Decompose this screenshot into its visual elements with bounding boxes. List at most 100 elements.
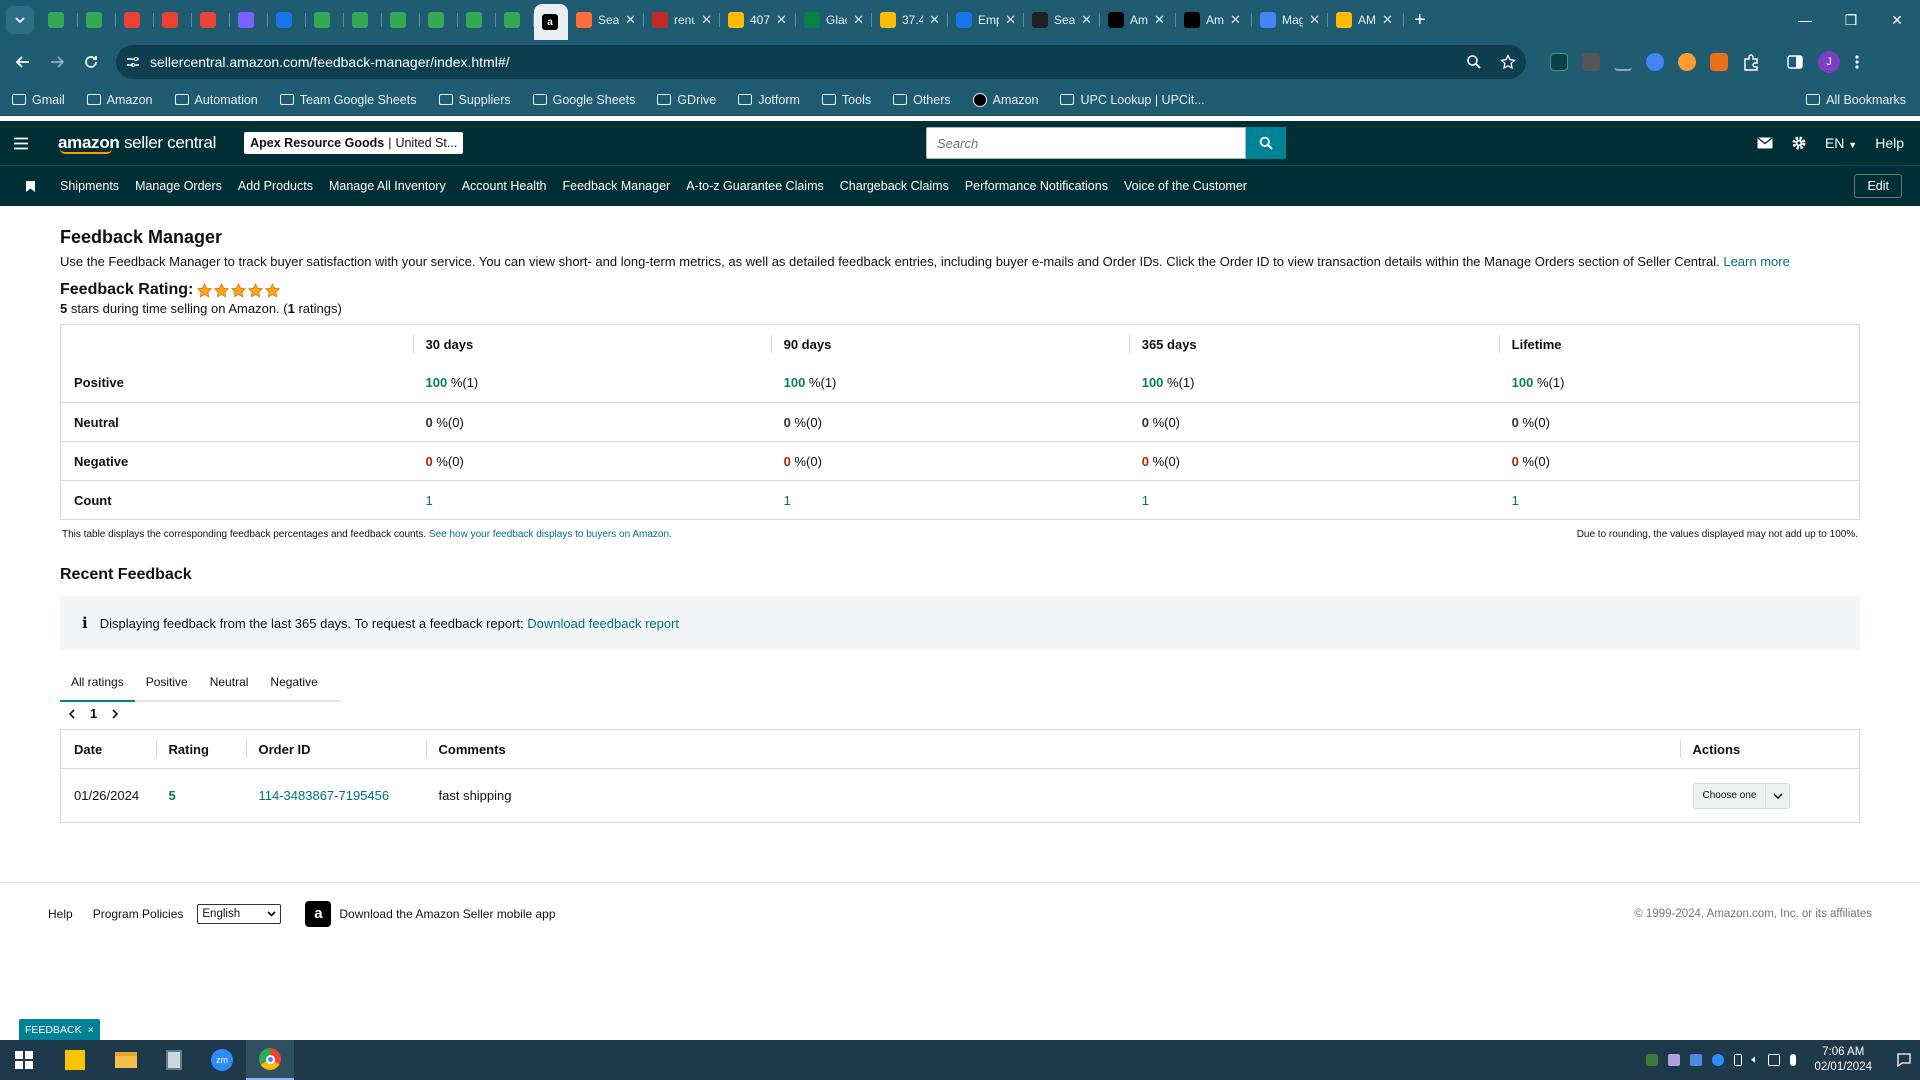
- account-switcher[interactable]: Apex Resource Goods | United St...: [244, 132, 464, 154]
- tray-bluetooth-icon[interactable]: [1689, 1054, 1702, 1066]
- nav-item[interactable]: Manage All Inventory: [329, 179, 446, 193]
- nav-item[interactable]: Account Health: [462, 179, 547, 193]
- bookmark-item[interactable]: Amazon: [972, 92, 1038, 107]
- browser-tab[interactable]: [78, 4, 116, 36]
- browser-tab[interactable]: [268, 4, 306, 36]
- bookmark-pin-button[interactable]: [0, 180, 60, 192]
- footer-language-select[interactable]: English: [197, 903, 282, 924]
- browser-tab[interactable]: AM ✕: [1328, 4, 1404, 36]
- browser-tab[interactable]: Am ✕: [1176, 4, 1252, 36]
- notifications-icon[interactable]: [1896, 1052, 1912, 1068]
- browser-tab[interactable]: [230, 4, 268, 36]
- browser-tab[interactable]: [306, 4, 344, 36]
- close-window-icon[interactable]: ✕: [1874, 12, 1920, 29]
- tab-close-icon[interactable]: ✕: [625, 12, 636, 28]
- system-clock[interactable]: 7:06 AM 02/01/2024: [1814, 1045, 1872, 1075]
- start-button[interactable]: [0, 1040, 48, 1080]
- feedback-display-link[interactable]: See how your feedback displays to buyers…: [429, 529, 672, 540]
- close-icon[interactable]: ×: [88, 1024, 94, 1036]
- bookmark-item[interactable]: Amazon: [86, 93, 153, 107]
- browser-tab[interactable]: 37.4 ✕: [872, 4, 948, 36]
- bookmark-star-icon[interactable]: [1500, 54, 1516, 70]
- browser-tab[interactable]: Emp ✕: [948, 4, 1024, 36]
- tab-close-icon[interactable]: ✕: [1154, 12, 1165, 28]
- hamburger-menu-button[interactable]: [0, 137, 42, 150]
- all-bookmarks-button[interactable]: All Bookmarks: [1806, 93, 1906, 107]
- tab-close-icon[interactable]: ✕: [853, 12, 864, 28]
- forward-button[interactable]: [40, 45, 74, 79]
- chevron-left-icon[interactable]: [68, 708, 76, 719]
- microphone-icon[interactable]: [1790, 1054, 1797, 1066]
- browser-tab[interactable]: [344, 4, 382, 36]
- reload-button[interactable]: [74, 45, 108, 79]
- browser-tab[interactable]: renu ✕: [644, 4, 720, 36]
- nav-item[interactable]: Voice of the Customer: [1124, 179, 1247, 193]
- nav-item[interactable]: A-to-z Guarantee Claims: [686, 179, 824, 193]
- taskbar-zoom[interactable]: zm: [198, 1040, 246, 1080]
- nav-item[interactable]: Shipments: [60, 179, 119, 193]
- tab-search-button[interactable]: [6, 6, 34, 34]
- browser-tab[interactable]: Mag ✕: [1252, 4, 1328, 36]
- browser-tab[interactable]: a: [534, 4, 568, 40]
- tab-close-icon[interactable]: ✕: [1309, 12, 1320, 28]
- program-policies-link[interactable]: Program Policies: [93, 907, 184, 921]
- browser-tab[interactable]: [154, 4, 192, 36]
- volume-icon[interactable]: 🔈︎: [1752, 1054, 1759, 1067]
- side-panel-icon[interactable]: [1786, 53, 1804, 71]
- tray-zoom-icon[interactable]: [1711, 1054, 1724, 1066]
- tab-close-icon[interactable]: ✕: [1230, 12, 1241, 28]
- browser-tab[interactable]: Sea ✕: [568, 4, 644, 36]
- tab-close-icon[interactable]: ✕: [1005, 12, 1016, 28]
- back-button[interactable]: [6, 45, 40, 79]
- tab-rating-filter[interactable]: Positive: [135, 663, 199, 701]
- amazon-app-icon[interactable]: a: [305, 900, 332, 927]
- browser-tab[interactable]: Glac ✕: [796, 4, 872, 36]
- browser-tab[interactable]: [40, 4, 78, 36]
- tray-pen-icon[interactable]: [1667, 1054, 1680, 1066]
- network-icon[interactable]: [1768, 1054, 1781, 1066]
- extension-icon[interactable]: [1550, 53, 1568, 71]
- bookmark-item[interactable]: Google Sheets: [532, 93, 635, 107]
- tray-app-icon[interactable]: [1645, 1054, 1658, 1066]
- actions-dropdown[interactable]: Choose one: [1692, 782, 1791, 809]
- tab-close-icon[interactable]: ✕: [929, 12, 940, 28]
- nav-item[interactable]: Feedback Manager: [563, 179, 671, 193]
- bookmark-item[interactable]: Others: [893, 93, 951, 107]
- bookmark-item[interactable]: Tools: [821, 93, 871, 107]
- browser-tab[interactable]: [420, 4, 458, 36]
- tab-close-icon[interactable]: ✕: [1081, 12, 1092, 28]
- taskbar-file-explorer[interactable]: [102, 1040, 150, 1080]
- battery-icon[interactable]: [1733, 1054, 1742, 1066]
- tab-rating-filter[interactable]: Negative: [259, 663, 328, 701]
- puzzle-icon[interactable]: [1742, 53, 1760, 71]
- search-button[interactable]: [1246, 127, 1286, 159]
- minimize-icon[interactable]: —: [1782, 12, 1828, 29]
- browser-tab[interactable]: Am ✕: [1100, 4, 1176, 36]
- help-link[interactable]: Help: [1875, 135, 1904, 151]
- taskbar-sticky-notes[interactable]: [48, 1040, 102, 1080]
- bookmark-item[interactable]: Automation: [174, 93, 258, 107]
- bookmark-item[interactable]: Team Google Sheets: [279, 93, 417, 107]
- nav-item[interactable]: Add Products: [238, 179, 313, 193]
- chevron-right-icon[interactable]: [111, 708, 119, 719]
- kebab-menu-icon[interactable]: [1854, 53, 1860, 71]
- count-link[interactable]: 1: [1512, 493, 1519, 508]
- profile-avatar[interactable]: J: [1818, 51, 1840, 73]
- tab-close-icon[interactable]: ✕: [1382, 12, 1393, 28]
- tab-close-icon[interactable]: ✕: [701, 12, 712, 28]
- tab-rating-filter[interactable]: All ratings: [60, 664, 135, 702]
- search-input[interactable]: Search: [926, 127, 1246, 159]
- browser-tab[interactable]: [116, 4, 154, 36]
- extension-js-icon[interactable]: [1710, 53, 1728, 71]
- count-link[interactable]: 1: [426, 493, 433, 508]
- metric-cell[interactable]: 1: [1499, 481, 1860, 520]
- nav-item[interactable]: Manage Orders: [135, 179, 222, 193]
- bookmark-item[interactable]: Jotform: [738, 93, 800, 107]
- bookmark-item[interactable]: Gmail: [12, 93, 65, 107]
- count-link[interactable]: 1: [1142, 493, 1149, 508]
- edit-nav-button[interactable]: Edit: [1854, 174, 1902, 198]
- metric-cell[interactable]: 1: [771, 481, 1129, 520]
- current-page[interactable]: 1: [90, 706, 97, 721]
- nav-item[interactable]: Performance Notifications: [965, 179, 1108, 193]
- mail-icon[interactable]: [1757, 137, 1773, 149]
